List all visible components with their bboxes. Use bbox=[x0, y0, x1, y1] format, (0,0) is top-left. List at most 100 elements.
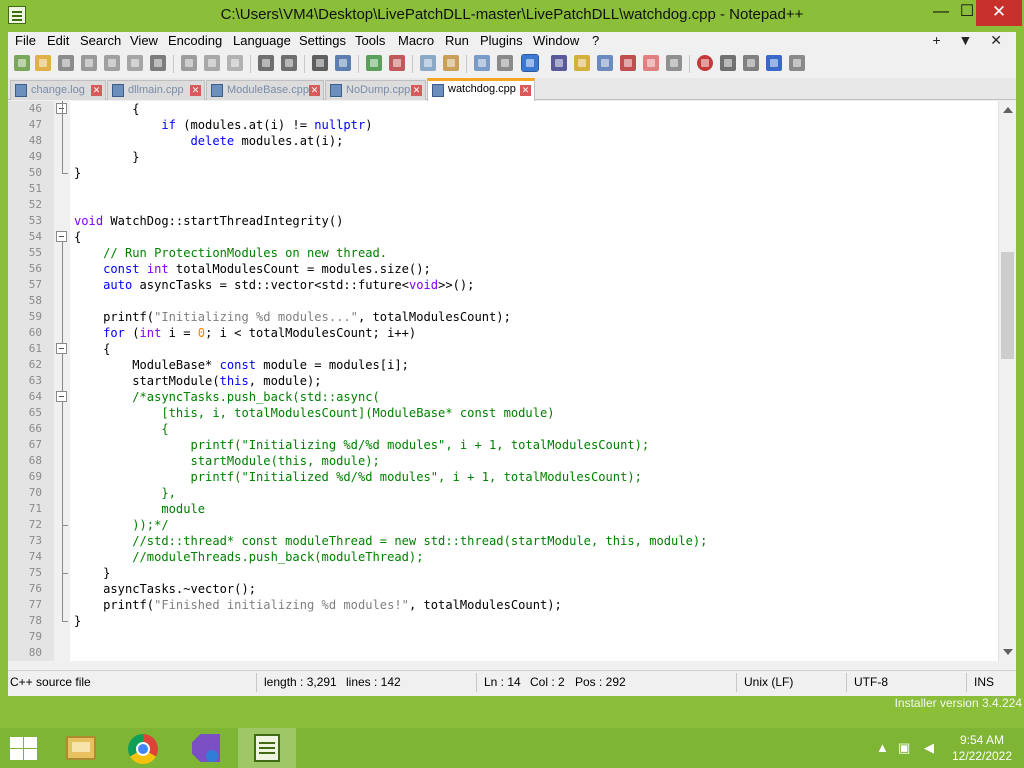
copy-icon[interactable] bbox=[204, 55, 220, 71]
folder-as-workspace-icon[interactable] bbox=[620, 55, 636, 71]
code-text[interactable]: startModule(this, module); bbox=[74, 453, 379, 469]
code-line[interactable]: 79 bbox=[8, 629, 998, 645]
code-text[interactable]: ModuleBase* const module = modules[i]; bbox=[74, 357, 409, 373]
scroll-down-arrow-icon[interactable] bbox=[1003, 649, 1013, 655]
fold-toggle-icon[interactable] bbox=[56, 343, 67, 354]
code-line[interactable]: 59 printf("Initializing %d modules...", … bbox=[8, 309, 998, 325]
run-macro-multiple-icon[interactable] bbox=[766, 55, 782, 71]
code-line[interactable]: 69 printf("Initialized %d/%d modules", i… bbox=[8, 469, 998, 485]
visual-studio-installer-icon[interactable] bbox=[176, 728, 234, 768]
code-line[interactable]: 72 ));*/ bbox=[8, 517, 998, 533]
code-text[interactable]: } bbox=[74, 565, 110, 581]
user-language-icon[interactable] bbox=[551, 55, 567, 71]
menu-search[interactable]: Search bbox=[80, 33, 121, 48]
menu-macro[interactable]: Macro bbox=[398, 33, 434, 48]
code-text[interactable]: if (modules.at(i) != nullptr) bbox=[74, 117, 372, 133]
open-file-icon[interactable] bbox=[35, 55, 51, 71]
code-line[interactable]: 75 } bbox=[8, 565, 998, 581]
close-document-icon[interactable]: ✕ bbox=[990, 32, 1002, 48]
code-line[interactable]: 80 bbox=[8, 645, 998, 661]
close-button[interactable]: ✕ bbox=[976, 0, 1022, 26]
new-file-icon[interactable] bbox=[14, 55, 30, 71]
code-line[interactable]: 51 bbox=[8, 181, 998, 197]
code-text[interactable]: { bbox=[74, 341, 110, 357]
menu-settings[interactable]: Settings bbox=[299, 33, 346, 48]
code-text[interactable]: { bbox=[74, 229, 81, 245]
scroll-up-arrow-icon[interactable] bbox=[1003, 107, 1013, 113]
zoom-out-icon[interactable] bbox=[389, 55, 405, 71]
menu-help[interactable]: ? bbox=[592, 33, 599, 48]
status-eol-format[interactable]: Unix (LF) bbox=[744, 675, 793, 689]
save-all-icon[interactable] bbox=[81, 55, 97, 71]
menu-view[interactable]: View bbox=[130, 33, 158, 48]
word-wrap-icon[interactable] bbox=[474, 55, 490, 71]
function-list-icon[interactable] bbox=[597, 55, 613, 71]
menu-edit[interactable]: Edit bbox=[47, 33, 69, 48]
code-line[interactable]: 73 //std::thread* const moduleThread = n… bbox=[8, 533, 998, 549]
tab-close-icon[interactable]: ✕ bbox=[91, 85, 102, 96]
title-bar[interactable]: C:\Users\VM4\Desktop\LivePatchDLL-master… bbox=[0, 0, 1024, 32]
system-clock[interactable]: 9:54 AM 12/22/2022 bbox=[950, 732, 1014, 764]
sync-vertical-icon[interactable] bbox=[420, 55, 436, 71]
redo-icon[interactable] bbox=[281, 55, 297, 71]
code-line[interactable]: 53 void WatchDog::startThreadIntegrity() bbox=[8, 213, 998, 229]
close-all-icon[interactable] bbox=[127, 55, 143, 71]
code-line[interactable]: 65 [this, i, totalModulesCount](ModuleBa… bbox=[8, 405, 998, 421]
code-text[interactable]: auto asyncTasks = std::vector<std::futur… bbox=[74, 277, 474, 293]
code-line[interactable]: 63 startModule(this, module); bbox=[8, 373, 998, 389]
menu-encoding[interactable]: Encoding bbox=[168, 33, 222, 48]
network-icon[interactable]: ▣ bbox=[898, 740, 910, 756]
code-line[interactable]: 64 /*asyncTasks.push_back(std::async( bbox=[8, 389, 998, 405]
show-all-chars-icon[interactable] bbox=[497, 55, 513, 71]
code-line[interactable]: 50} bbox=[8, 165, 998, 181]
code-line[interactable]: 76 asyncTasks.~vector(); bbox=[8, 581, 998, 597]
code-text[interactable]: printf("Finished initializing %d modules… bbox=[74, 597, 562, 613]
fold-toggle-icon[interactable] bbox=[56, 231, 67, 242]
play-macro-icon[interactable] bbox=[743, 55, 759, 71]
code-text[interactable]: startModule(this, module); bbox=[74, 373, 321, 389]
chrome-icon[interactable] bbox=[114, 728, 172, 768]
volume-icon[interactable]: ◀ bbox=[924, 740, 934, 756]
file-explorer-icon[interactable] bbox=[52, 728, 110, 768]
code-line[interactable]: 78} bbox=[8, 613, 998, 629]
menu-window[interactable]: Window bbox=[533, 33, 579, 48]
code-editor[interactable]: 46 {47 if (modules.at(i) != nullptr) 48 d… bbox=[8, 101, 1016, 661]
status-insert-mode[interactable]: INS bbox=[974, 675, 994, 689]
code-line[interactable]: 47 if (modules.at(i) != nullptr) bbox=[8, 117, 998, 133]
eye-icon[interactable] bbox=[666, 55, 682, 71]
find-icon[interactable] bbox=[312, 55, 328, 71]
code-text[interactable]: asyncTasks.~vector(); bbox=[74, 581, 256, 597]
code-line[interactable]: 74 //moduleThreads.push_back(moduleThrea… bbox=[8, 549, 998, 565]
vertical-scrollbar[interactable] bbox=[998, 101, 1016, 661]
tab-close-icon[interactable]: ✕ bbox=[411, 85, 422, 96]
code-text[interactable]: }, bbox=[74, 485, 176, 501]
code-text[interactable]: /*asyncTasks.push_back(std::async( bbox=[74, 389, 380, 405]
tab-watchdog-cpp[interactable]: watchdog.cpp ✕ bbox=[427, 78, 535, 101]
code-text[interactable]: printf("Initializing %d/%d modules", i +… bbox=[74, 437, 649, 453]
code-text[interactable]: for (int i = 0; i < totalModulesCount; i… bbox=[74, 325, 416, 341]
code-text[interactable]: printf("Initialized %d/%d modules", i + … bbox=[74, 469, 641, 485]
menu-file[interactable]: File bbox=[15, 33, 36, 48]
tab-close-icon[interactable]: ✕ bbox=[190, 85, 201, 96]
code-text[interactable]: } bbox=[74, 613, 81, 629]
tab-nodump-cpp[interactable]: NoDump.cpp ✕ bbox=[325, 80, 426, 100]
code-line[interactable]: 57 auto asyncTasks = std::vector<std::fu… bbox=[8, 277, 998, 293]
replace-icon[interactable] bbox=[335, 55, 351, 71]
show-hidden-icons-icon[interactable]: ▲ bbox=[876, 740, 889, 755]
menu-tools[interactable]: Tools bbox=[355, 33, 385, 48]
code-line[interactable]: 70 }, bbox=[8, 485, 998, 501]
code-text[interactable]: } bbox=[74, 165, 81, 181]
stop-macro-icon[interactable] bbox=[720, 55, 736, 71]
new-tab-plus-icon[interactable]: + bbox=[932, 32, 940, 48]
code-line[interactable]: 46 { bbox=[8, 101, 998, 117]
code-text[interactable]: delete modules.at(i); bbox=[74, 133, 344, 149]
menu-run[interactable]: Run bbox=[445, 33, 469, 48]
fold-toggle-icon[interactable] bbox=[56, 391, 67, 402]
code-line[interactable]: 55 // Run ProtectionModules on new threa… bbox=[8, 245, 998, 261]
code-text[interactable]: void WatchDog::startThreadIntegrity() bbox=[74, 213, 343, 229]
scrollbar-thumb[interactable] bbox=[1001, 252, 1014, 359]
notepad-plus-plus-icon[interactable] bbox=[238, 728, 296, 768]
tab-modulebase-cpp[interactable]: ModuleBase.cpp ✕ bbox=[206, 80, 324, 100]
code-line[interactable]: 67 printf("Initializing %d/%d modules", … bbox=[8, 437, 998, 453]
tab-close-icon[interactable]: ✕ bbox=[309, 85, 320, 96]
